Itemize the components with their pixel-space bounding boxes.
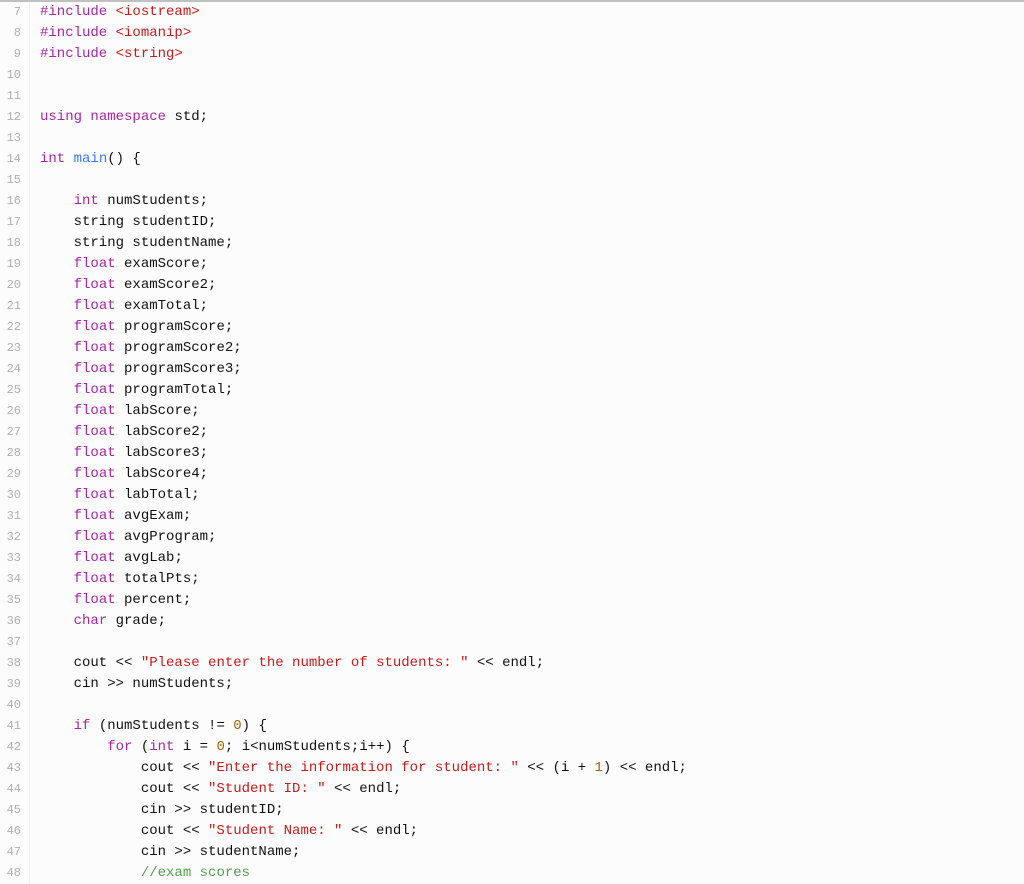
code-line: int main() {	[40, 149, 1024, 170]
line-number: 26	[0, 401, 21, 422]
code-line: cout << "Student ID: " << endl;	[40, 779, 1024, 800]
code-line: cout << "Please enter the number of stud…	[40, 653, 1024, 674]
code-line: float labScore;	[40, 401, 1024, 422]
code-line	[40, 86, 1024, 107]
code-line: float programScore2;	[40, 338, 1024, 359]
line-number: 22	[0, 317, 21, 338]
code-line: char grade;	[40, 611, 1024, 632]
code-line	[40, 632, 1024, 653]
code-line: float totalPts;	[40, 569, 1024, 590]
line-number: 37	[0, 632, 21, 653]
code-line	[40, 695, 1024, 716]
code-line: #include <iostream>	[40, 2, 1024, 23]
code-editor: 7891011121314151617181920212223242526272…	[0, 2, 1024, 884]
code-line: string studentID;	[40, 212, 1024, 233]
line-number: 29	[0, 464, 21, 485]
line-number-gutter: 7891011121314151617181920212223242526272…	[0, 2, 30, 884]
line-number: 32	[0, 527, 21, 548]
code-line: float labTotal;	[40, 485, 1024, 506]
code-line: cin >> numStudents;	[40, 674, 1024, 695]
line-number: 25	[0, 380, 21, 401]
line-number: 48	[0, 863, 21, 884]
line-number: 7	[0, 2, 21, 23]
line-number: 21	[0, 296, 21, 317]
code-line: if (numStudents != 0) {	[40, 716, 1024, 737]
line-number: 39	[0, 674, 21, 695]
code-line: float labScore2;	[40, 422, 1024, 443]
line-number: 20	[0, 275, 21, 296]
line-number: 38	[0, 653, 21, 674]
line-number: 30	[0, 485, 21, 506]
line-number: 47	[0, 842, 21, 863]
code-line: float programScore3;	[40, 359, 1024, 380]
code-line: cout << "Student Name: " << endl;	[40, 821, 1024, 842]
code-line	[40, 170, 1024, 191]
line-number: 19	[0, 254, 21, 275]
line-number: 9	[0, 44, 21, 65]
line-number: 13	[0, 128, 21, 149]
code-line: float programScore;	[40, 317, 1024, 338]
line-number: 35	[0, 590, 21, 611]
code-area[interactable]: #include <iostream>#include <iomanip>#in…	[30, 2, 1024, 884]
line-number: 27	[0, 422, 21, 443]
line-number: 41	[0, 716, 21, 737]
code-line	[40, 128, 1024, 149]
code-line: float avgLab;	[40, 548, 1024, 569]
line-number: 42	[0, 737, 21, 758]
code-line: int numStudents;	[40, 191, 1024, 212]
line-number: 31	[0, 506, 21, 527]
code-line: float examScore2;	[40, 275, 1024, 296]
line-number: 14	[0, 149, 21, 170]
code-line: using namespace std;	[40, 107, 1024, 128]
line-number: 33	[0, 548, 21, 569]
line-number: 15	[0, 170, 21, 191]
code-line: float programTotal;	[40, 380, 1024, 401]
line-number: 17	[0, 212, 21, 233]
line-number: 8	[0, 23, 21, 44]
line-number: 45	[0, 800, 21, 821]
line-number: 18	[0, 233, 21, 254]
code-line: string studentName;	[40, 233, 1024, 254]
line-number: 43	[0, 758, 21, 779]
code-line: cout << "Enter the information for stude…	[40, 758, 1024, 779]
line-number: 11	[0, 86, 21, 107]
code-line: float percent;	[40, 590, 1024, 611]
line-number: 36	[0, 611, 21, 632]
line-number: 46	[0, 821, 21, 842]
code-line: #include <iomanip>	[40, 23, 1024, 44]
code-line: float examTotal;	[40, 296, 1024, 317]
line-number: 12	[0, 107, 21, 128]
line-number: 23	[0, 338, 21, 359]
line-number: 10	[0, 65, 21, 86]
code-line: cin >> studentName;	[40, 842, 1024, 863]
line-number: 28	[0, 443, 21, 464]
line-number: 44	[0, 779, 21, 800]
line-number: 24	[0, 359, 21, 380]
code-line: float labScore3;	[40, 443, 1024, 464]
code-line: float examScore;	[40, 254, 1024, 275]
line-number: 16	[0, 191, 21, 212]
code-line: //exam scores	[40, 863, 1024, 884]
line-number: 34	[0, 569, 21, 590]
code-line: cin >> studentID;	[40, 800, 1024, 821]
line-number: 40	[0, 695, 21, 716]
code-line: float labScore4;	[40, 464, 1024, 485]
code-line	[40, 65, 1024, 86]
code-line: for (int i = 0; i<numStudents;i++) {	[40, 737, 1024, 758]
code-line: float avgProgram;	[40, 527, 1024, 548]
code-line: float avgExam;	[40, 506, 1024, 527]
code-line: #include <string>	[40, 44, 1024, 65]
